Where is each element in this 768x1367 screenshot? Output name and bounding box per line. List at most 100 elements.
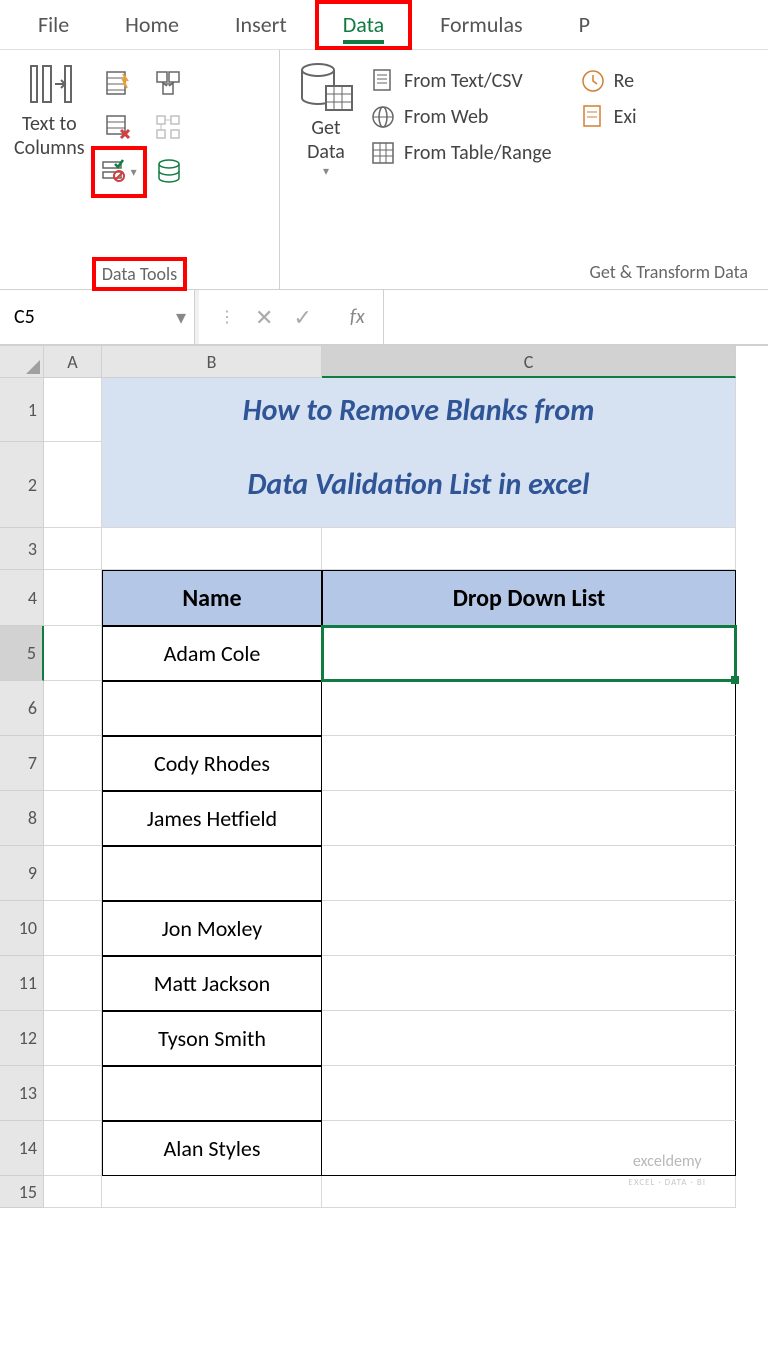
tab-more[interactable]: P (551, 0, 618, 50)
cell-B3[interactable] (102, 528, 322, 570)
from-table-range-label: From Table/Range (404, 141, 552, 165)
remove-duplicates-button[interactable] (97, 108, 141, 148)
row-header-13[interactable]: 13 (0, 1066, 44, 1121)
name-cell-11[interactable]: Matt Jackson (102, 956, 322, 1011)
row-header-1[interactable]: 1 (0, 378, 44, 442)
recent-label: Re (614, 69, 634, 93)
row-header-4[interactable]: 4 (0, 570, 44, 626)
col-header-B[interactable]: B (102, 346, 322, 378)
title-line2[interactable]: Data Validation List in excel (102, 442, 736, 528)
name-box[interactable]: C5 ▾ (0, 290, 195, 344)
consolidate-button[interactable] (147, 64, 191, 104)
cell-A14[interactable] (44, 1121, 102, 1176)
row-header-6[interactable]: 6 (0, 681, 44, 736)
existing-icon (580, 104, 606, 130)
cell-C8[interactable] (322, 791, 736, 846)
cell-A1[interactable] (44, 378, 102, 442)
row-header-14[interactable]: 14 (0, 1121, 44, 1176)
cell-C13[interactable] (322, 1066, 736, 1121)
tab-formulas[interactable]: Formulas (412, 0, 550, 50)
cell-A4[interactable] (44, 570, 102, 626)
name-box-dropdown-icon[interactable]: ▾ (176, 305, 186, 330)
name-cell-13[interactable] (102, 1066, 322, 1121)
cell-A13[interactable] (44, 1066, 102, 1121)
dropdown-cell-C5[interactable] (322, 626, 736, 681)
row-header-2[interactable]: 2 (0, 442, 44, 528)
select-all-corner[interactable] (0, 346, 44, 378)
cell-C6[interactable] (322, 681, 736, 736)
from-web-button[interactable]: From Web (370, 104, 552, 130)
row-header-7[interactable]: 7 (0, 736, 44, 791)
name-cell-7[interactable]: Cody Rhodes (102, 736, 322, 791)
cell-C7[interactable] (322, 736, 736, 791)
column-headers: A B C (0, 346, 768, 378)
data-model-button[interactable] (147, 152, 191, 192)
row-headers: 123456789101112131415 (0, 378, 44, 1208)
cell-A9[interactable] (44, 846, 102, 901)
tab-home[interactable]: Home (97, 0, 207, 50)
text-to-columns-button[interactable]: Text to Columns (10, 56, 89, 164)
formula-input[interactable] (383, 290, 768, 344)
cell-A6[interactable] (44, 681, 102, 736)
cell-C12[interactable] (322, 1011, 736, 1066)
title-line1[interactable]: How to Remove Blanks from (102, 378, 736, 442)
name-cell-14[interactable]: Alan Styles (102, 1121, 322, 1176)
name-cell-8[interactable]: James Hetfield (102, 791, 322, 846)
tab-data[interactable]: Data (315, 0, 413, 50)
name-cell-5[interactable]: Adam Cole (102, 626, 322, 681)
cell-A11[interactable] (44, 956, 102, 1011)
name-cell-12[interactable]: Tyson Smith (102, 1011, 322, 1066)
cell-C11[interactable] (322, 956, 736, 1011)
row-header-9[interactable]: 9 (0, 846, 44, 901)
cell-A10[interactable] (44, 901, 102, 956)
data-tools-group-label: Data Tools (96, 261, 183, 287)
fx-label[interactable]: fx (332, 290, 383, 344)
row-header-15[interactable]: 15 (0, 1176, 44, 1208)
cell-A3[interactable] (44, 528, 102, 570)
data-validation-button[interactable]: ▾ (97, 152, 141, 192)
col-header-A[interactable]: A (44, 346, 102, 378)
get-data-label: Get Data (307, 116, 345, 164)
relationships-icon (155, 114, 183, 142)
cell-A15[interactable] (44, 1176, 102, 1208)
cell-A5[interactable] (44, 626, 102, 681)
cell-A2[interactable] (44, 442, 102, 528)
row-header-11[interactable]: 11 (0, 956, 44, 1011)
cell-A8[interactable] (44, 791, 102, 846)
from-table-range-button[interactable]: From Table/Range (370, 140, 552, 166)
cell-C9[interactable] (322, 846, 736, 901)
dots-icon: ⋮ (219, 307, 235, 327)
from-text-csv-button[interactable]: From Text/CSV (370, 68, 552, 94)
name-cell-6[interactable] (102, 681, 322, 736)
row-header-12[interactable]: 12 (0, 1011, 44, 1066)
row-header-10[interactable]: 10 (0, 901, 44, 956)
row-header-5[interactable]: 5 (0, 626, 44, 681)
tab-insert[interactable]: Insert (207, 0, 315, 50)
flash-fill-button[interactable] (97, 64, 141, 104)
enter-icon[interactable]: ✓ (293, 304, 311, 331)
cell-A12[interactable] (44, 1011, 102, 1066)
recent-sources-button[interactable]: Re (580, 68, 637, 94)
relationships-button[interactable] (147, 108, 191, 148)
row-header-8[interactable]: 8 (0, 791, 44, 846)
header-name[interactable]: Name (102, 570, 322, 626)
name-cell-9[interactable] (102, 846, 322, 901)
name-cell-10[interactable]: Jon Moxley (102, 901, 322, 956)
tab-file[interactable]: File (10, 0, 97, 50)
remove-duplicates-icon (105, 114, 133, 142)
cancel-icon[interactable]: ✕ (255, 304, 273, 331)
cell-A7[interactable] (44, 736, 102, 791)
get-data-button[interactable]: Get Data ▾ (290, 56, 362, 183)
from-text-csv-label: From Text/CSV (404, 69, 523, 93)
get-transform-group-label: Get & Transform Data (290, 257, 758, 287)
cell-B15[interactable] (102, 1176, 322, 1208)
header-ddl[interactable]: Drop Down List (322, 570, 736, 626)
col-header-C[interactable]: C (322, 346, 736, 378)
row-header-3[interactable]: 3 (0, 528, 44, 570)
cell-C10[interactable] (322, 901, 736, 956)
cells-grid[interactable]: How to Remove Blanks fromData Validation… (44, 378, 736, 1208)
cell-C3[interactable] (322, 528, 736, 570)
existing-connections-button[interactable]: Exi (580, 104, 637, 130)
flash-fill-icon (105, 70, 133, 98)
from-web-label: From Web (404, 105, 488, 129)
